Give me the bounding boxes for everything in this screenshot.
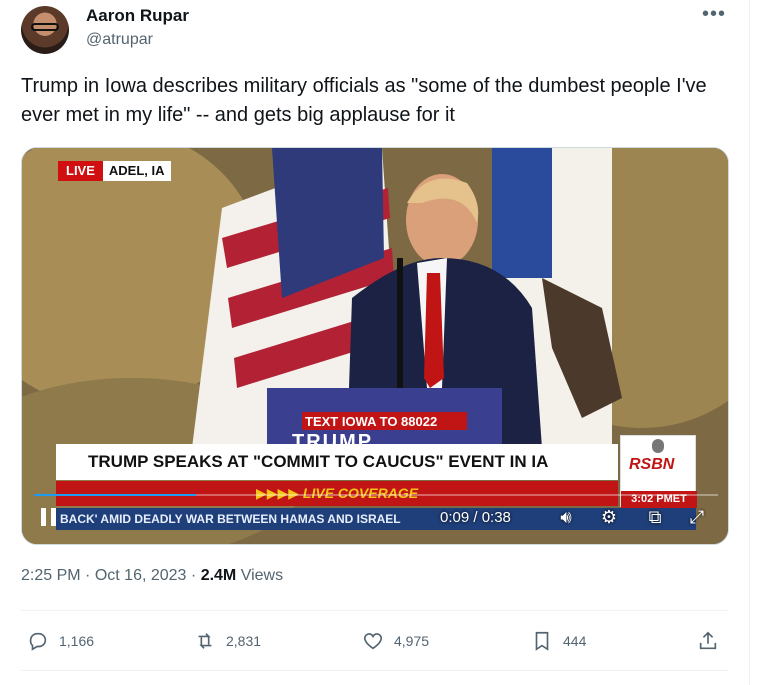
share-button[interactable] (697, 625, 729, 657)
video-controls: 0:09 / 0:38 🔊︎ ⚙ ⧉ ⤢ (22, 494, 728, 544)
bookmark-count: 444 (563, 633, 587, 649)
progress-bar[interactable] (34, 494, 718, 496)
bookmark-icon (535, 631, 549, 651)
tweet-date[interactable]: Oct 16, 2023 (95, 567, 187, 584)
reply-icon (29, 632, 47, 651)
author-name[interactable]: Aaron Rupar (86, 6, 189, 26)
tweet-time[interactable]: 2:25 PM (21, 567, 81, 584)
news-headline: TRUMP SPEAKS AT "COMMIT TO CAUCUS" EVENT… (56, 444, 618, 480)
action-bar: 1,166 2,831 4,975 444 (21, 625, 729, 657)
meta-separator: · (85, 567, 91, 584)
network-name: RSBN (629, 456, 675, 473)
pause-icon[interactable] (38, 506, 60, 528)
divider (21, 670, 729, 671)
live-label: LIVE (58, 161, 103, 181)
podium-text: TEXT IOWA TO 88022 (305, 414, 438, 429)
views-label: Views (240, 567, 284, 584)
views-count: 2.4M (200, 567, 237, 584)
video-player[interactable]: TEXT IOWA TO 88022 TRUMP LIVE ADEL, IA T… (21, 147, 729, 545)
live-badge: LIVE ADEL, IA (58, 161, 171, 181)
fullscreen-icon[interactable]: ⤢ (686, 506, 708, 528)
author-handle[interactable]: @atrupar (86, 31, 153, 49)
volume-icon[interactable]: 🔊︎ (555, 506, 577, 528)
more-options-icon[interactable]: ••• (702, 3, 726, 26)
microphone-icon (652, 439, 664, 453)
glasses-detail (31, 23, 59, 31)
progress-fill (34, 494, 197, 496)
retweet-count: 2,831 (226, 633, 262, 649)
divider (21, 610, 729, 611)
location-label: ADEL, IA (102, 161, 171, 181)
meta-separator: · (190, 567, 197, 584)
reply-count: 1,166 (59, 633, 95, 649)
retweet-button[interactable]: 2,831 (194, 625, 261, 657)
retweet-icon (198, 633, 212, 649)
tweet-meta: 2:25 PM · Oct 16, 2023 · 2.4M Views (21, 567, 283, 585)
picture-in-picture-icon[interactable]: ⧉ (644, 506, 666, 528)
settings-gear-icon[interactable]: ⚙ (598, 506, 620, 528)
reply-button[interactable]: 1,166 (27, 625, 94, 657)
heart-icon (363, 633, 383, 650)
like-count: 4,975 (394, 633, 430, 649)
bookmark-button[interactable]: 444 (531, 625, 586, 657)
tweet: Aaron Rupar @atrupar ••• Trump in Iowa d… (0, 0, 750, 685)
avatar[interactable] (21, 6, 69, 54)
timecode: 0:09 / 0:38 (440, 509, 511, 526)
tweet-text: Trump in Iowa describes military officia… (21, 75, 707, 126)
like-button[interactable]: 4,975 (362, 625, 429, 657)
share-icon (699, 631, 717, 650)
